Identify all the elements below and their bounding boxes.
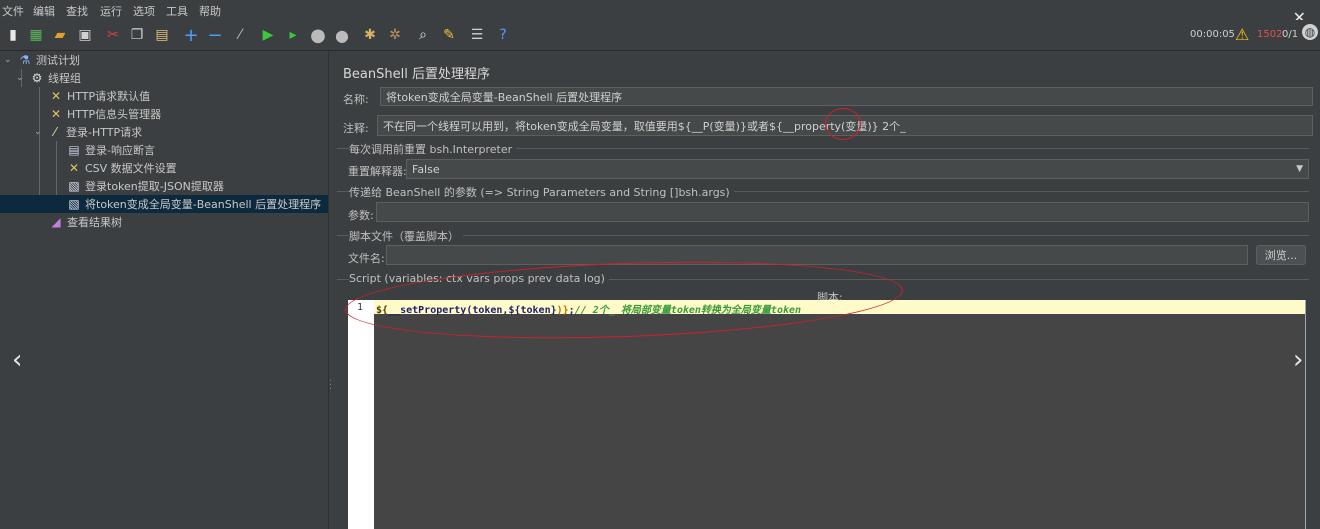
menu-help[interactable]: 帮助 bbox=[199, 3, 221, 19]
tree-item-csv-config[interactable]: ✕ CSV 数据文件设置 bbox=[66, 159, 177, 177]
thread-count: 0/1 bbox=[1282, 29, 1299, 40]
tree-item-thread-group[interactable]: ⌄ ⚙ 线程组 bbox=[16, 69, 81, 87]
tree-item-test-plan[interactable]: ⌄ ⚗ 测试计划 bbox=[4, 51, 80, 69]
assertion-icon: ▤ bbox=[68, 143, 80, 157]
comment-label: 注释: bbox=[343, 122, 369, 135]
params-field[interactable] bbox=[376, 202, 1309, 222]
elapsed-time: 00:00:05 bbox=[1190, 29, 1235, 40]
menu-bar: 文件 编辑 查找 运行 选项 工具 帮助 bbox=[0, 0, 1320, 20]
test-plan-tree: ⌄ ⚗ 测试计划 ⌄ ⚙ 线程组 ✕ HTTP请求默认值 ✕ HTTP信息头管理… bbox=[0, 51, 329, 529]
save-icon[interactable]: ▣ bbox=[76, 26, 94, 44]
menu-search[interactable]: 查找 bbox=[66, 3, 88, 19]
menu-options[interactable]: 选项 bbox=[133, 3, 155, 19]
remote-globe-icon[interactable]: ◍ bbox=[1302, 24, 1318, 40]
filename-field[interactable] bbox=[386, 245, 1248, 265]
menu-tools[interactable]: 工具 bbox=[166, 3, 188, 19]
line-number: 1 bbox=[357, 302, 364, 313]
name-field[interactable]: 将token变成全局变量-BeanShell 后置处理程序 bbox=[380, 87, 1313, 106]
editor-scroll-edge bbox=[1305, 300, 1306, 529]
reset-interpreter-select[interactable]: False ▼ bbox=[406, 159, 1309, 179]
script-file-group-title: 脚本文件（覆盖脚本） bbox=[349, 228, 463, 244]
collapse-arrow-icon[interactable]: ⌄ bbox=[16, 73, 26, 83]
tree-item-login-request[interactable]: ⌄ ⁄ 登录-HTTP请求 bbox=[34, 123, 142, 141]
tree-item-beanshell-postprocessor[interactable]: ▧ 将token变成全局变量-BeanShell 后置处理程序 bbox=[0, 195, 328, 213]
next-arrow-icon[interactable]: › bbox=[1293, 345, 1303, 375]
script-editor[interactable]: 1 ${__setProperty(token,${token})};// 2个… bbox=[348, 300, 1305, 529]
toggle-icon[interactable]: ⁄ bbox=[231, 26, 249, 44]
open-icon[interactable]: ▰ bbox=[51, 26, 69, 44]
code-line[interactable]: ${__setProperty(token,${token})};// 2个_ … bbox=[374, 300, 1305, 316]
reset-interpreter-value: False bbox=[412, 163, 440, 176]
params-label: 参数: bbox=[348, 209, 374, 222]
chart-icon: ◢ bbox=[51, 215, 61, 229]
pipette-icon: ⁄ bbox=[53, 125, 56, 139]
templates-icon[interactable]: ▦ bbox=[27, 26, 45, 44]
params-group-title: 传递给 BeanShell 的参数 (=> String Parameters … bbox=[349, 184, 734, 200]
start-no-pause-icon[interactable]: ▸ bbox=[284, 26, 302, 44]
document-icon: ▧ bbox=[68, 197, 80, 211]
tree-item-response-assertion[interactable]: ▤ 登录-响应断言 bbox=[66, 141, 155, 159]
collapse-icon[interactable]: − bbox=[206, 25, 224, 46]
clear-all-icon[interactable]: ✲ bbox=[386, 26, 404, 44]
stop-icon[interactable]: ● bbox=[309, 25, 327, 46]
start-icon[interactable]: ▶ bbox=[259, 26, 277, 44]
copy-icon[interactable]: ❐ bbox=[128, 26, 146, 44]
expand-icon[interactable]: + bbox=[182, 25, 200, 46]
paste-icon[interactable]: ▤ bbox=[153, 26, 171, 44]
menu-file[interactable]: 文件 bbox=[2, 3, 24, 19]
tree-item-header-manager[interactable]: ✕ HTTP信息头管理器 bbox=[48, 105, 161, 123]
wrench-icon: ✕ bbox=[68, 161, 80, 175]
document-icon: ▧ bbox=[68, 179, 80, 193]
shutdown-icon[interactable]: ● bbox=[333, 26, 351, 45]
chevron-down-icon[interactable]: ▼ bbox=[1296, 160, 1303, 178]
toolbar: ▮ ▦ ▰ ▣ ✂ ❐ ▤ + − ⁄ ▶ ▸ ● ● ✱ ✲ ⌕ ✎ ☰ ? … bbox=[0, 20, 1320, 51]
collapse-arrow-icon[interactable]: ⌄ bbox=[34, 127, 44, 137]
reset-group-title: 每次调用前重置 bsh.Interpreter bbox=[349, 141, 517, 157]
name-label: 名称: bbox=[343, 93, 369, 106]
line-gutter: 1 bbox=[348, 300, 374, 529]
flask-icon: ⚗ bbox=[19, 53, 31, 67]
cut-icon[interactable]: ✂ bbox=[104, 26, 122, 44]
wrench-icon: ✕ bbox=[50, 89, 62, 103]
filename-label: 文件名: bbox=[348, 252, 385, 265]
warning-icon[interactable]: ⚠ bbox=[1235, 25, 1249, 44]
wrench-icon: ✕ bbox=[50, 107, 62, 121]
menu-edit[interactable]: 编辑 bbox=[33, 3, 55, 19]
menu-run[interactable]: 运行 bbox=[100, 3, 122, 19]
help-icon[interactable]: ? bbox=[494, 26, 512, 44]
reset-search-icon[interactable]: ✎ bbox=[440, 26, 458, 44]
collapse-arrow-icon[interactable]: ⌄ bbox=[4, 55, 14, 65]
code-text: ${__setProperty(token,${token})};// 2个_ … bbox=[376, 305, 802, 316]
search-icon[interactable]: ⌕ bbox=[414, 26, 432, 44]
tree-item-json-extractor[interactable]: ▧ 登录token提取-JSON提取器 bbox=[66, 177, 224, 195]
beanshell-postprocessor-panel: BeanShell 后置处理程序 名称: 将token变成全局变量-BeanSh… bbox=[331, 51, 1320, 529]
clear-icon[interactable]: ✱ bbox=[361, 26, 379, 44]
gear-icon: ⚙ bbox=[31, 71, 43, 85]
prev-arrow-icon[interactable]: ‹ bbox=[12, 345, 22, 375]
tree-item-http-defaults[interactable]: ✕ HTTP请求默认值 bbox=[48, 87, 150, 105]
comment-field[interactable]: 不在同一个线程可以用到，将token变成全局变量，取值要用${__P(变量)}或… bbox=[377, 115, 1313, 136]
error-count: 1502 bbox=[1257, 29, 1283, 40]
reset-interpreter-label: 重置解释器: bbox=[348, 165, 407, 178]
tree-item-results-tree[interactable]: ◢ 查看结果树 bbox=[48, 213, 122, 231]
new-icon[interactable]: ▮ bbox=[4, 26, 22, 44]
script-group-title: Script (variables: ctx vars props prev d… bbox=[349, 272, 609, 285]
panel-title: BeanShell 后置处理程序 bbox=[343, 67, 490, 82]
browse-button[interactable]: 浏览... bbox=[1256, 245, 1306, 265]
function-helper-icon[interactable]: ☰ bbox=[468, 26, 486, 44]
